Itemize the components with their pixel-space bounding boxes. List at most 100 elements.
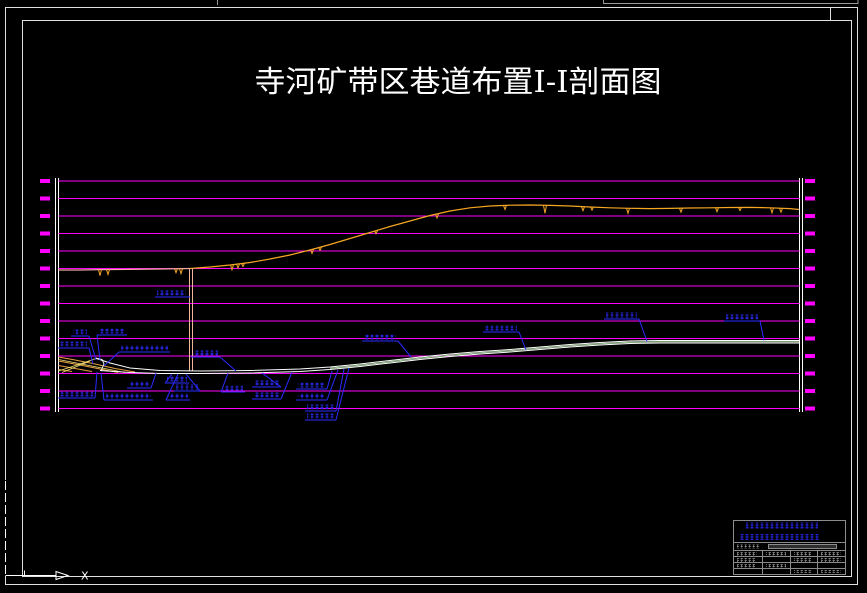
elevation-label-right: [805, 266, 815, 271]
elevation-label-left: [40, 354, 50, 358]
ground-tick: [179, 268, 183, 276]
ucs-x-arrowhead-icon: [55, 570, 70, 581]
elevation-label-left: [40, 336, 50, 341]
roadway-annotation: [220, 372, 245, 393]
ground-tick: [543, 205, 547, 214]
roadway-annotation: [96, 328, 127, 361]
annotation-label: [60, 391, 93, 397]
elevation-label-left: [40, 249, 50, 253]
elevation-label-right: [805, 249, 815, 253]
title-block-cell-text: [821, 558, 841, 562]
roadway-seam-line: [329, 341, 799, 369]
annotation-label: [254, 392, 279, 398]
annotation-label: [193, 350, 218, 356]
elevation-label-right: [805, 214, 815, 218]
leader-line: [219, 356, 237, 372]
viewport-edge-bar: [603, 0, 859, 4]
annotation-label: [121, 345, 168, 351]
roadway-annotation: [155, 290, 190, 298]
roadway-floor-line: [99, 342, 799, 374]
ucs-axis-icon: X: [5, 481, 89, 583]
title-block-project-text: [740, 534, 819, 540]
annotation-label: [129, 381, 149, 387]
annotation-label: [298, 393, 325, 399]
drawing-title: 寺河矿带区巷道布置I-I剖面图: [255, 65, 662, 100]
annotation-label: [606, 312, 637, 318]
annotation-label: [364, 334, 396, 340]
viewport-top-edge: [217, 0, 859, 5]
elevation-label-right: [805, 196, 815, 201]
elevation-label-right: [805, 284, 815, 288]
leader-line: [94, 371, 98, 399]
ground-tick: [106, 269, 110, 277]
annotation-label: [223, 385, 243, 391]
leader-line: [280, 371, 293, 400]
ucs-x-label: X: [81, 570, 89, 583]
annotation-label: [485, 325, 517, 331]
leader-line: [150, 372, 157, 389]
elevation-label-right: [805, 371, 815, 376]
inner-border: [22, 20, 852, 577]
leader-line: [759, 320, 765, 341]
elevation-label-left: [40, 319, 50, 323]
ground-tick: [98, 269, 102, 276]
annotation-label: [168, 393, 188, 399]
roadway-annotation: [191, 350, 237, 372]
elevation-label-left: [40, 231, 50, 236]
roadway-annotation: [362, 334, 412, 358]
roadway-annotation: [252, 372, 282, 388]
title-block-cell-text: [737, 552, 757, 556]
title-block-school-text: [746, 522, 818, 529]
annotation-label: [307, 413, 334, 419]
roadway-annotation: [483, 325, 527, 351]
roadway-annotation: [724, 314, 765, 341]
elevation-label-right: [805, 389, 815, 393]
title-block-cell-text: [794, 552, 812, 556]
elevation-label-right: [805, 301, 815, 306]
elevation-label-right: [805, 406, 815, 411]
elevation-grid: [40, 179, 815, 411]
elevation-label-left: [40, 389, 50, 393]
drawing-canvas[interactable]: 寺河矿带区巷道布置I-I剖面图 X: [0, 0, 867, 593]
elevation-label-left: [40, 179, 50, 183]
title-block-cell-text: [821, 570, 841, 573]
roadway-annotation: [305, 368, 345, 412]
title-block-cell-text: [766, 552, 786, 556]
title-block-cell-text: [794, 558, 812, 562]
elevation-label-right: [805, 179, 815, 183]
ground-surface-line: [189, 204, 800, 270]
roadway-annotation: [604, 312, 648, 342]
elevation-label-right: [805, 336, 815, 341]
title-block-cell-text: [766, 564, 786, 568]
elevation-label-left: [40, 196, 50, 201]
leader-line: [100, 372, 105, 401]
annotation-label: [726, 314, 758, 320]
leader-line: [326, 369, 339, 401]
elevation-label-left: [40, 266, 50, 271]
annotation-label: [60, 341, 87, 347]
title-block-drawing-name-field: [768, 544, 837, 549]
ground-tick: [626, 208, 630, 215]
elevation-label-left: [40, 301, 50, 306]
title-block-cell-text: [737, 544, 759, 549]
roadway-annotation: [127, 372, 157, 389]
leader-line: [518, 331, 527, 351]
elevation-label-left: [40, 406, 50, 411]
title-block: [733, 520, 846, 575]
annotation-label: [99, 328, 125, 334]
title-block-cell-text: [737, 558, 755, 562]
cad-viewport[interactable]: 寺河矿带区巷道布置I-I剖面图 X: [0, 0, 867, 593]
ucs-origin-marker: [24, 570, 30, 576]
ground-tick: [770, 207, 774, 215]
title-block-cell-text: [794, 570, 812, 573]
leader-line: [397, 340, 412, 358]
elevation-label-right: [805, 231, 815, 236]
leader-line: [103, 351, 120, 367]
annotation-label: [106, 393, 151, 399]
coal-seam-line: [58, 356, 136, 373]
annotation-label: [157, 290, 186, 296]
roadway-annotation: [58, 371, 98, 399]
elevation-label-left: [40, 371, 50, 376]
annotation-label: [298, 382, 325, 388]
title-block-cell-text: [821, 552, 841, 556]
